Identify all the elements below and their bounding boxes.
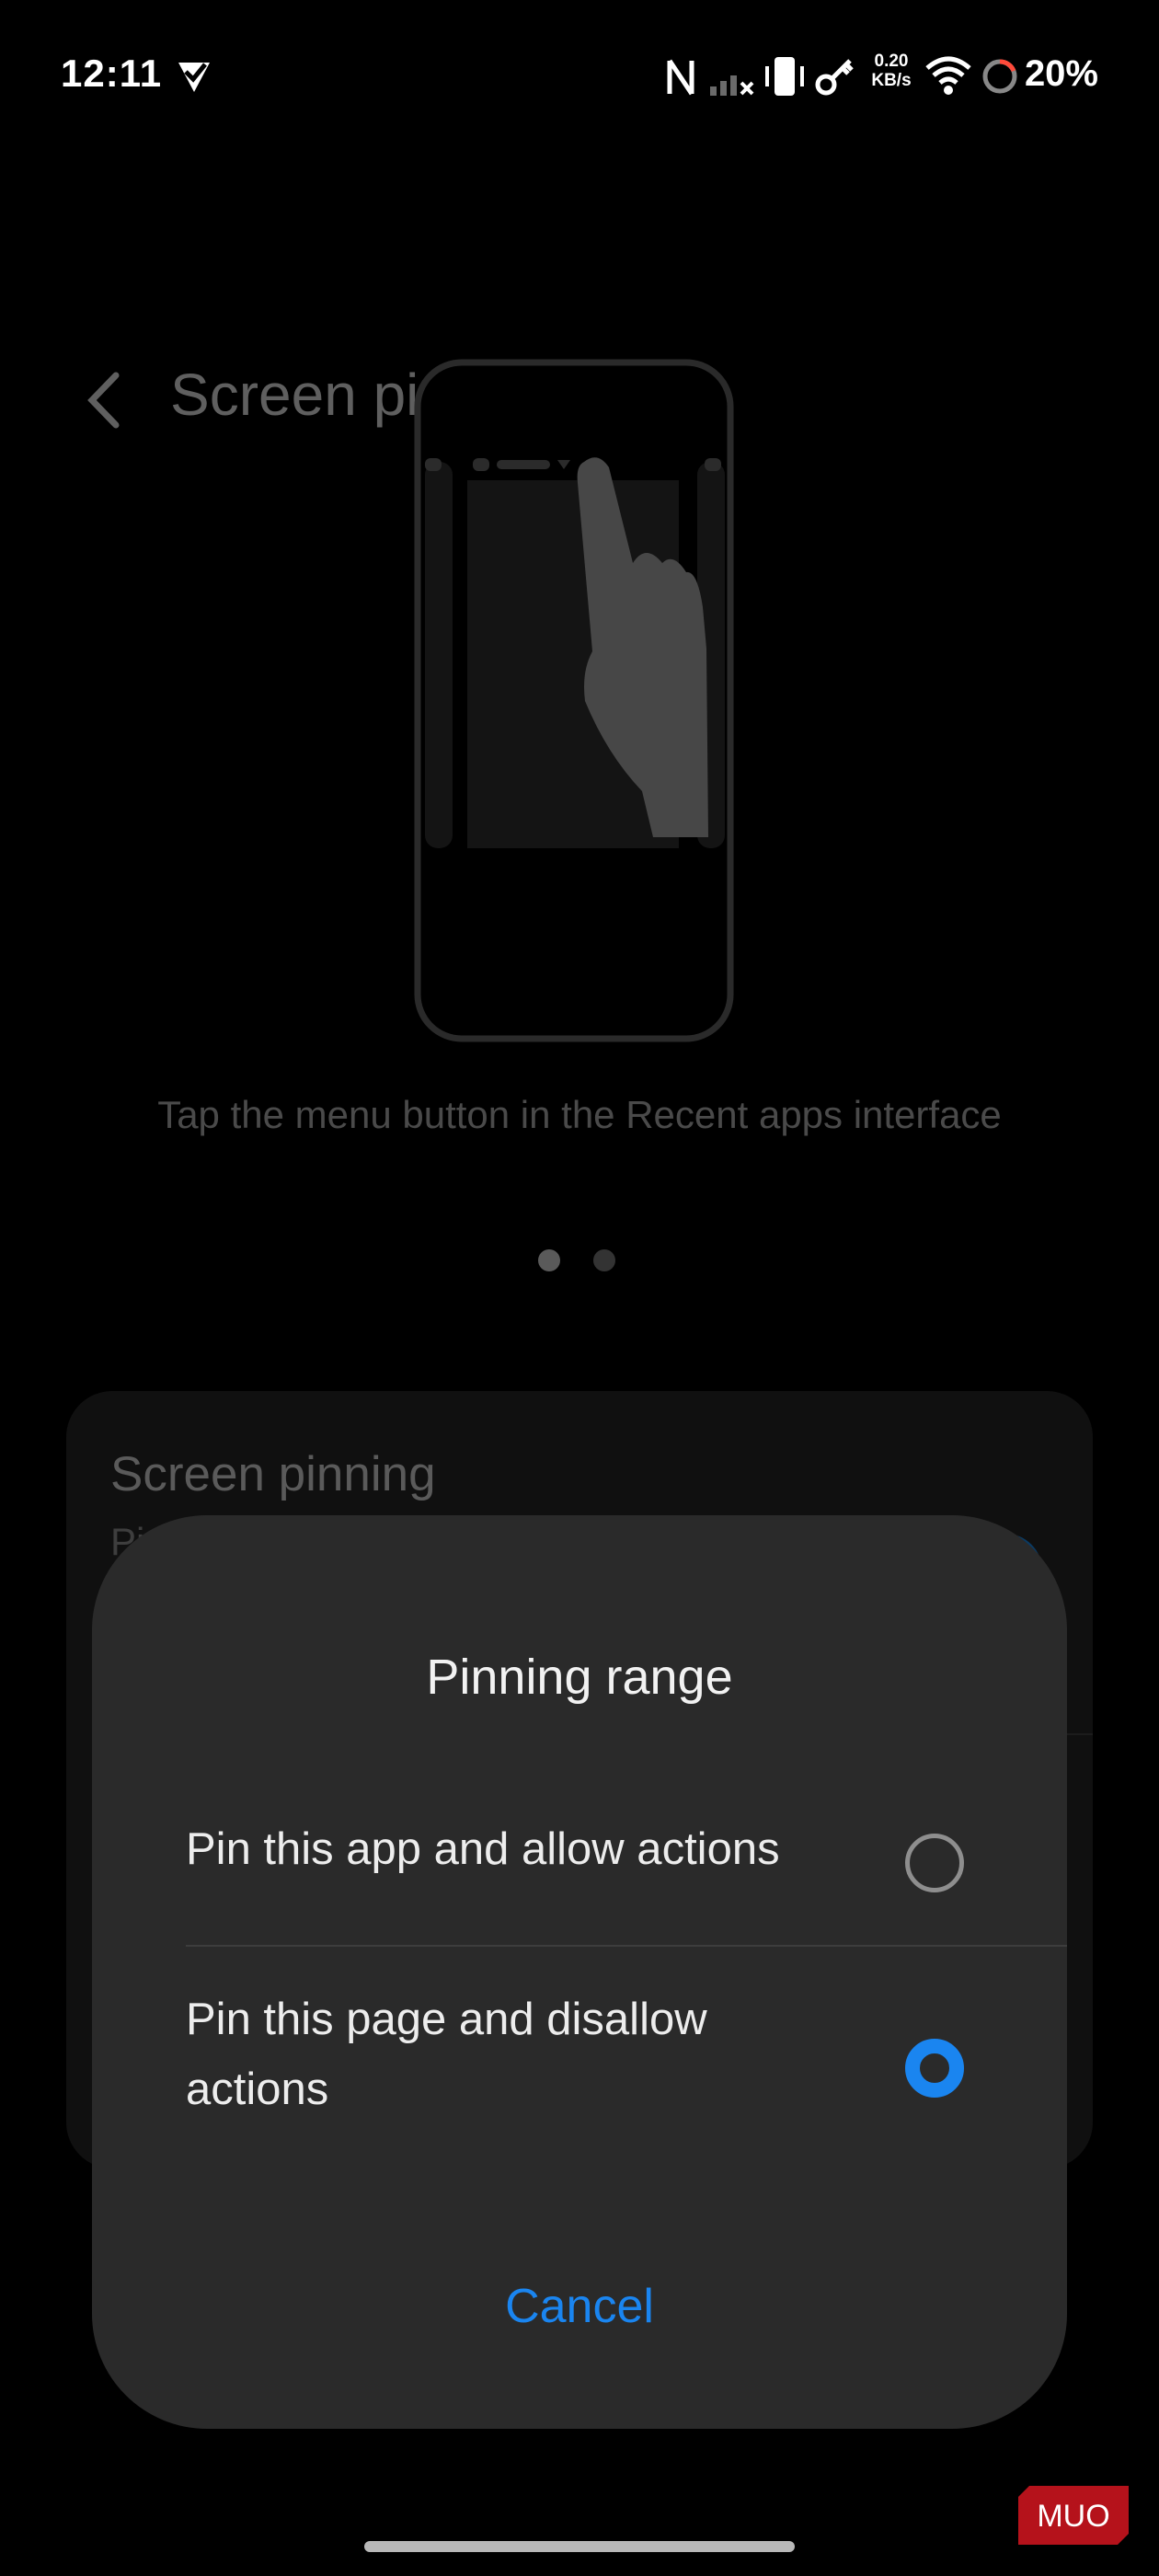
network-speed-unit: KB/s <box>871 71 912 90</box>
page-dot-active <box>538 1249 560 1271</box>
nfc-icon <box>667 59 694 96</box>
radio-button-unselected[interactable] <box>905 1834 964 1892</box>
option-label: Pin this page and disallow actions <box>186 1995 707 2114</box>
battery-percent: 20% <box>1024 53 1098 94</box>
network-speed-value: 0.20 <box>874 52 909 71</box>
signal-no-service-icon <box>710 75 754 96</box>
cancel-button[interactable]: Cancel <box>442 2265 717 2348</box>
wifi-icon <box>925 56 971 95</box>
option-pin-page[interactable]: Pin this page and disallow actions <box>92 1975 1067 2141</box>
shield-check-icon <box>178 63 210 92</box>
watermark-logo: MUO <box>1018 2486 1129 2545</box>
battery-ring-icon <box>982 59 1017 94</box>
muo-logo-icon: MUO <box>1018 2486 1129 2545</box>
pinning-range-dialog: Pinning range Pin this app and allow act… <box>92 1515 1067 2429</box>
option-pin-app[interactable]: Pin this app and allow actions <box>92 1791 1067 1911</box>
phone-tap-illustration <box>414 359 734 1042</box>
gesture-navigation-bar[interactable] <box>364 2541 795 2552</box>
option-label: Pin this app and allow actions <box>186 1824 780 1874</box>
network-speed: 0.20 KB/s <box>866 52 916 90</box>
status-bar: 12:11 0.20 KB/s 20% <box>0 0 1159 147</box>
card-title: Screen pinning <box>110 1447 436 1501</box>
option-divider <box>186 1945 1067 1947</box>
dialog-title: Pinning range <box>426 1650 733 1705</box>
page-indicator <box>538 1249 630 1271</box>
app-bar: Screen pinning <box>0 166 1159 429</box>
status-time: 12:11 <box>61 52 163 95</box>
vpn-key-icon <box>815 59 854 96</box>
radio-button-selected[interactable] <box>905 2039 964 2098</box>
back-arrow-icon[interactable] <box>81 368 127 432</box>
page-dot-inactive <box>593 1249 615 1271</box>
vibrate-icon <box>765 57 804 96</box>
tutorial-caption: Tap the menu button in the Recent apps i… <box>157 1093 1002 1136</box>
watermark-text: MUO <box>1037 2499 1109 2534</box>
